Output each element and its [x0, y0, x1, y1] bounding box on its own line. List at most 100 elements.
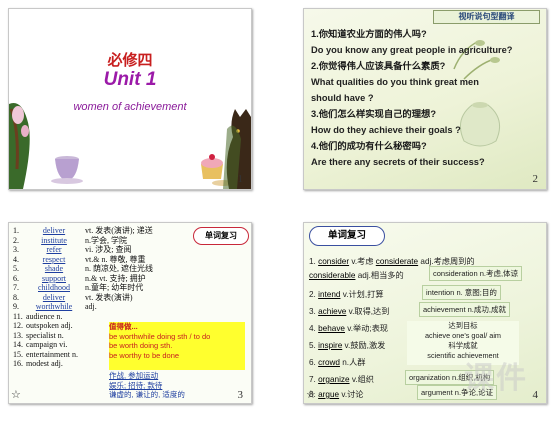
slide2-line: should have ? — [311, 93, 374, 103]
word: behave — [318, 324, 345, 333]
item-text: vt. 发表(演讲); 递送 — [85, 226, 153, 235]
word: achievement — [423, 305, 466, 314]
list-item: 6. support n.& vt. 支持; 拥护 — [13, 274, 213, 284]
slide-thumbnail-2[interactable]: 视听说句型翻译 1.你知道农业方面的伟人吗? Do you know any g… — [303, 8, 547, 190]
note-line: be worthwhile doing sth / to do — [109, 331, 211, 341]
item-text: vt. 发表(演讲) — [85, 292, 133, 302]
slide-thumbnail-3[interactable]: 单词复习 1. deliver vt. 发表(演讲); 递送 2. institute… — [8, 222, 252, 404]
slide2-line: 3.他们怎么样实现自己的理想? — [311, 109, 436, 119]
word-row: considerable adj.相当多的 — [309, 269, 404, 281]
meaning-line: 谦虚的, 谦让的, 适度的 — [109, 390, 185, 399]
item-answer: respect — [42, 254, 66, 264]
item-answer: support — [42, 273, 66, 283]
word-row: 3. achieve v.取得,达到 — [309, 305, 389, 317]
meaning: v.组织 — [351, 375, 374, 384]
note-line: achieve one's goal/ aim — [424, 331, 502, 340]
item-answer: childhood — [38, 283, 70, 292]
word: argue — [318, 390, 340, 399]
note-line: be worth doing sth. — [109, 341, 173, 350]
word: organization — [409, 373, 450, 382]
list-item: 4. respect vt.& n. 尊敬, 尊重 — [13, 255, 213, 265]
list-item: 9. worthwhile adj. — [13, 302, 213, 312]
word-popup: consideration n.考虑,体谅 — [429, 266, 523, 281]
item-text: outspoken adj. — [26, 321, 73, 330]
word: achieve — [318, 307, 347, 316]
list-item: 3. refer vi. 涉及; 查阅 — [13, 245, 213, 255]
slide2-line: 4.他们的成功有什么秘密吗? — [311, 141, 427, 151]
item-answer: worthwhile — [35, 302, 73, 311]
meaning: n.考虑,体谅 — [479, 269, 519, 278]
list-item: 7. childhood n.童年; 幼年时代 — [13, 283, 213, 293]
item-text: n.& vt. 支持; 拥护 — [85, 273, 146, 283]
slide-number: 1 — [237, 173, 244, 185]
note-line: 达到目标 — [448, 321, 478, 330]
meaning: v.计划,打算 — [342, 290, 384, 299]
word-row: 6. crowd n.人群 — [309, 356, 365, 368]
list-item: 11. audience n. — [13, 312, 213, 322]
meaning-line: 娱乐; 招待; 款待 — [109, 380, 163, 390]
item-number: 7. — [13, 283, 19, 292]
slide3-yellow-note: 值得做... be worthwhile doing sth / to do b… — [109, 322, 245, 370]
meaning-line: 作战, 参加运动 — [109, 371, 159, 380]
slide2-line: How do they achieve their goals ? — [311, 125, 461, 135]
item-number: 5. — [13, 264, 19, 273]
list-item: 1. deliver vt. 发表(演讲); 递送 — [13, 226, 213, 236]
word-popup: achievement n.成功,成就 — [419, 302, 510, 317]
slide-thumbnail-1[interactable]: 必修四 Unit 1 women of achievement 1 — [8, 8, 252, 190]
word-row: 8. argue v.讨论 — [309, 388, 364, 400]
row-number: 5. — [309, 341, 316, 350]
slide2-line: Do you know any great people in agricult… — [311, 45, 513, 55]
slide-number: 3 — [237, 389, 244, 401]
row-number: 6. — [309, 358, 316, 367]
item-number: 12. — [13, 321, 23, 330]
item-text: specialist n. — [26, 330, 64, 340]
meaning: n. 意图;目的 — [456, 288, 497, 297]
item-number: 8. — [13, 292, 19, 302]
slide-thumbnail-4[interactable]: 单词复习 1. consider v.考虑 considerate adj.考虑… — [303, 222, 547, 404]
item-number: 1. — [13, 226, 19, 235]
meaning: v.取得,达到 — [348, 307, 390, 316]
item-number: 15. — [13, 349, 23, 359]
item-text: n.童年; 幼年时代 — [85, 283, 144, 292]
item-answer: refer — [46, 245, 62, 254]
word-row: 5. inspire v.鼓励,激发 — [309, 339, 385, 351]
slide2-text: 1.你知道农业方面的伟人吗? Do you know any great peo… — [311, 26, 543, 170]
slide-number: 2 — [532, 173, 539, 185]
item-text: vi. 涉及; 查阅 — [85, 245, 132, 254]
row-number: 4. — [309, 324, 316, 333]
slide-number: 4 — [532, 389, 539, 401]
note-heading: 值得做... — [109, 322, 138, 331]
watermark: 课件 — [464, 362, 528, 395]
meaning: v.讨论 — [341, 390, 364, 399]
slide3-meanings: 作战, 参加运动 娱乐; 招待; 款待 谦虚的, 谦让的, 适度的 — [109, 371, 245, 400]
item-text: entertainment n. — [26, 349, 78, 359]
item-text: modest adj. — [26, 359, 63, 368]
meaning: n.人群 — [342, 358, 366, 367]
item-number: 4. — [13, 254, 19, 264]
meaning: adj.考虑周到的 — [420, 257, 475, 266]
word: inspire — [318, 341, 343, 350]
item-number: 3. — [13, 245, 19, 254]
slide-star-icon[interactable]: ☆ — [306, 388, 316, 401]
word-row: 2. intend v.计划,打算 — [309, 288, 384, 300]
slide2-line: What qualities do you think great men — [311, 77, 479, 87]
item-text: vt.& n. 尊敬, 尊重 — [85, 254, 146, 264]
item-number: 6. — [13, 273, 19, 283]
word: consideration — [433, 269, 478, 278]
item-answer: deliver — [42, 226, 66, 235]
row-number: 1. — [309, 257, 316, 266]
word: intend — [318, 290, 341, 299]
item-answer: deliver — [42, 292, 66, 302]
slide-star-icon[interactable]: ☆ — [11, 388, 21, 401]
item-number: 2. — [13, 235, 19, 245]
word: argument — [421, 388, 453, 397]
item-text: campaign vi. — [26, 340, 68, 349]
word: intention — [426, 288, 455, 297]
word-row: 4. behave v.举动;表现 — [309, 322, 388, 334]
word: considerate — [375, 257, 419, 266]
item-number: 14. — [13, 340, 23, 349]
slide2-line: Are there any secrets of their success? — [311, 157, 485, 167]
list-item: 2. institute n.学会, 学院 — [13, 236, 213, 246]
meaning: v.举动;表现 — [347, 324, 389, 333]
slide4-header: 单词复习 — [309, 226, 385, 246]
